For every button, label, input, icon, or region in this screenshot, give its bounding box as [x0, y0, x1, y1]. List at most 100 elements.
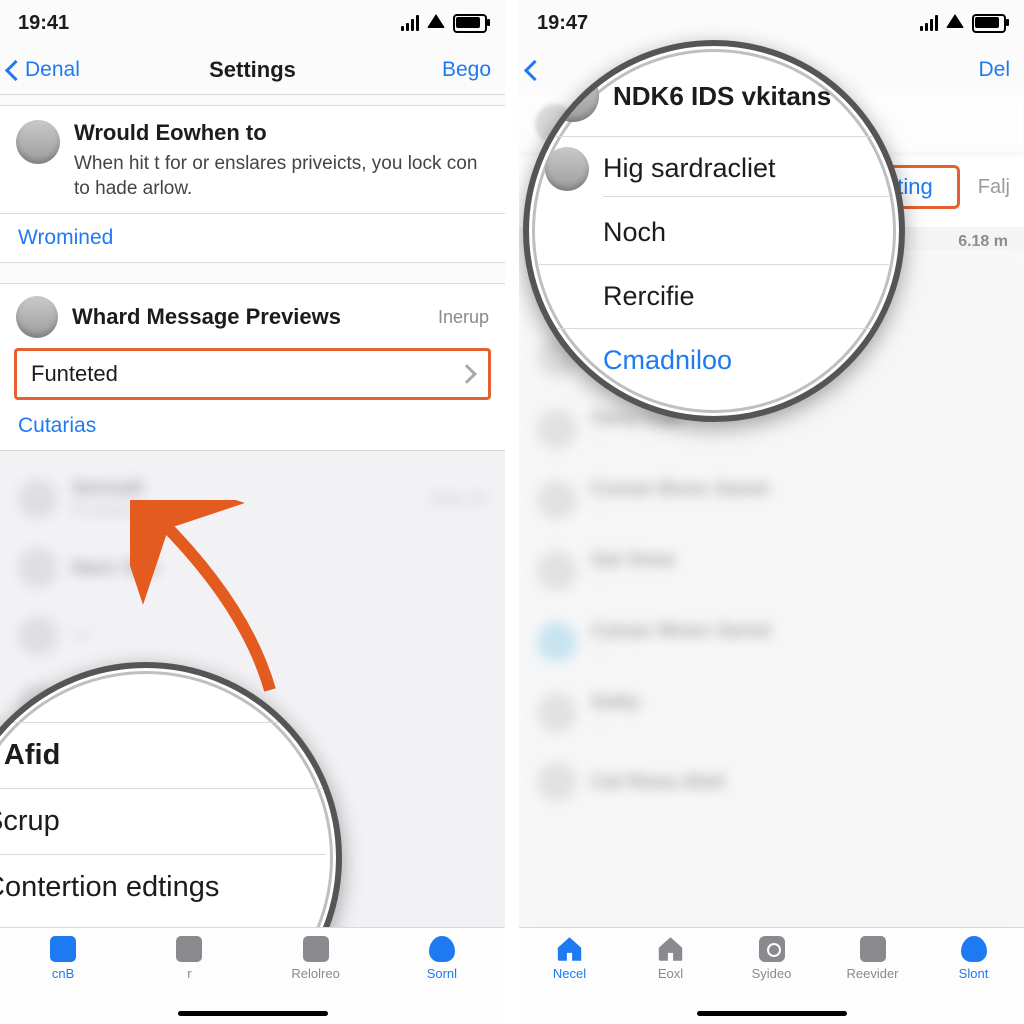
previews-avatar: [16, 296, 58, 338]
tab-label: Syideo: [752, 966, 792, 981]
square-icon: [860, 936, 886, 962]
cellular-icon: [920, 15, 938, 31]
nav-action-button[interactable]: Bego: [442, 46, 491, 94]
avatar: [537, 762, 577, 802]
section-profile: Wrould Eowhen to When hit t for or ensla…: [0, 105, 505, 263]
mag-row[interactable]: Contertion edtings: [0, 855, 326, 920]
square-icon: [50, 936, 76, 962]
list-item: Sensalt Proclorled Das 1V: [0, 463, 505, 534]
chevron-left-icon: [5, 59, 26, 80]
tab-2[interactable]: Eoxl: [641, 936, 701, 981]
list-title: Conan Bons Sanet: [591, 478, 769, 501]
list-item: Canan Wsen Senet···: [519, 606, 1024, 677]
tab-label: Sornl: [427, 966, 457, 981]
avatar: [18, 548, 58, 588]
profile-avatar: [16, 120, 60, 164]
tab-4[interactable]: Reevider: [843, 936, 903, 981]
person-icon: [429, 936, 455, 962]
clock: 19:41: [18, 12, 69, 35]
camera-icon: [759, 936, 785, 962]
tab-3[interactable]: Relolreo: [286, 936, 346, 981]
filter-side[interactable]: Falj: [960, 176, 1010, 199]
home-icon: [658, 936, 684, 962]
section-previews: Whard Message Previews Inerup Funteted C…: [0, 283, 505, 451]
previews-setting-label: Funteted: [31, 361, 118, 387]
list-title: Cal Rana Abel: [591, 771, 725, 794]
tab-label: Eoxl: [658, 966, 683, 981]
chevron-right-icon: [457, 364, 477, 384]
contact-avatar: [545, 147, 589, 191]
list-title: Sat Snee: [591, 549, 675, 572]
tab-label: Necel: [553, 966, 586, 981]
status-bar: 19:41: [0, 0, 505, 46]
square-icon: [176, 936, 202, 962]
mag-row[interactable]: Rercifie: [539, 265, 889, 329]
tab-home[interactable]: Necel: [540, 936, 600, 981]
mag-row[interactable]: Hig sardracliet: [603, 141, 889, 197]
phone-left: 19:41 Denal Settings Bego Wrould Eowhen …: [0, 0, 505, 1024]
mag-row[interactable]: Scrup: [0, 789, 326, 855]
avatar: [537, 693, 577, 733]
profile-row[interactable]: Wrould Eowhen to When hit t for or ensla…: [0, 106, 505, 213]
tab-label: cnB: [52, 966, 74, 981]
battery-icon: [972, 14, 1006, 33]
tab-bar: cnB r Relolreo Sornl: [0, 927, 505, 1024]
home-indicator[interactable]: [697, 1011, 847, 1016]
list-item: Sat Snee···: [519, 535, 1024, 606]
tab-1[interactable]: cnB: [33, 936, 93, 981]
list-title: Sensalt: [72, 477, 144, 500]
tab-3[interactable]: Syideo: [742, 936, 802, 981]
avatar: [537, 551, 577, 591]
back-button[interactable]: Denal: [8, 46, 80, 94]
time-badge: 6.18 m: [958, 233, 1008, 251]
home-icon: [557, 936, 583, 962]
profile-body: When hit t for or enslares priveicts, yo…: [74, 152, 489, 201]
tab-label: r: [187, 966, 191, 981]
contact-title: NDK6 IDS vkitans: [613, 81, 831, 112]
list-title: Canan Wsen Senet: [591, 620, 771, 643]
battery-icon: [453, 14, 487, 33]
phone-right: 19:47 Del tting Falj 6.18 m ······ Lan T…: [519, 0, 1024, 1024]
previews-link[interactable]: Cutarias: [0, 402, 505, 450]
avatar: [537, 409, 577, 449]
magnifier-right: NDK6 IDS vkitans Hig sardracliet Noch Re…: [523, 40, 905, 422]
mag-row[interactable]: N Afid: [0, 722, 326, 789]
home-indicator[interactable]: [178, 1011, 328, 1016]
clock: 19:47: [537, 12, 588, 35]
contact-avatar: [547, 70, 599, 122]
avatar: [537, 622, 577, 662]
list-title: Narv San: [72, 557, 159, 580]
tab-label: Relolreo: [291, 966, 339, 981]
mag-link[interactable]: Cmadniloo: [539, 329, 889, 392]
previews-setting-row[interactable]: Funteted: [14, 348, 491, 400]
list-item: Narv San: [0, 534, 505, 602]
list-item: Cal Rana Abel: [519, 748, 1024, 816]
list-item: Satty···: [519, 677, 1024, 748]
square-icon: [303, 936, 329, 962]
tab-4[interactable]: Sornl: [412, 936, 472, 981]
list-sub: Proclorled: [72, 502, 144, 520]
profile-link[interactable]: Wromined: [0, 213, 505, 262]
previews-title: Whard Message Previews: [72, 304, 341, 330]
list-date: Das 1V: [431, 489, 487, 509]
list-item: Conan Bons Sanet···: [519, 464, 1024, 535]
nav-bar: Denal Settings Bego: [0, 46, 505, 95]
wifi-icon: [427, 14, 445, 28]
tab-bar: Necel Eoxl Syideo Reevider Slont: [519, 927, 1024, 1024]
cellular-icon: [401, 15, 419, 31]
avatar: [537, 480, 577, 520]
back-label: Denal: [25, 58, 80, 82]
tab-profile[interactable]: Slont: [944, 936, 1004, 981]
avatar: [18, 479, 58, 519]
status-bar: 19:47: [519, 0, 1024, 46]
mag-row[interactable]: Noch: [539, 201, 889, 265]
wifi-icon: [946, 14, 964, 28]
list-title: Satty: [591, 691, 640, 714]
person-icon: [961, 936, 987, 962]
nav-action-button[interactable]: Del: [978, 46, 1010, 94]
previews-note: Inerup: [438, 307, 489, 328]
tab-label: Slont: [959, 966, 989, 981]
page-title: Settings: [209, 57, 296, 83]
list-item: ···: [0, 602, 505, 670]
tab-2[interactable]: r: [159, 936, 219, 981]
